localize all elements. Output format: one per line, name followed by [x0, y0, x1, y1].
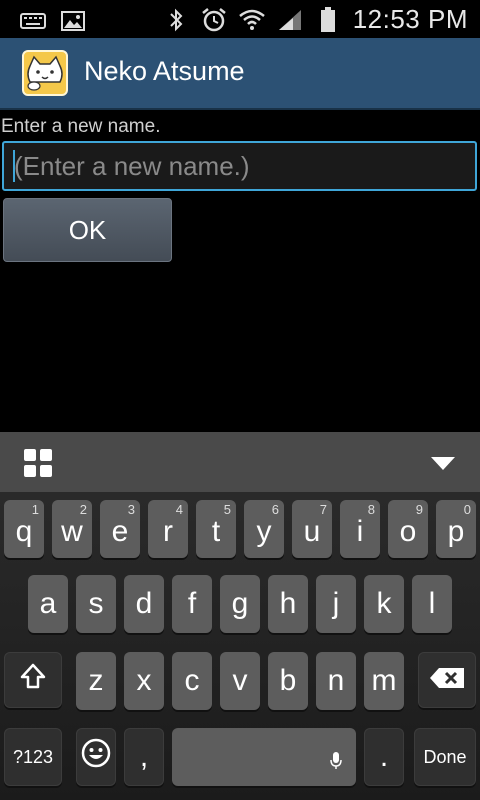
- space-key[interactable]: [172, 728, 356, 786]
- key-label: p: [447, 515, 465, 548]
- key-e[interactable]: 3e: [100, 500, 140, 558]
- key-w[interactable]: 2w: [52, 500, 92, 558]
- key-label: v: [232, 664, 248, 697]
- key-label: j: [332, 587, 340, 620]
- key-n[interactable]: n: [316, 652, 356, 710]
- key-label: b: [279, 664, 297, 697]
- keyboard-icon: [20, 8, 46, 34]
- key-label: l: [428, 587, 436, 620]
- key-label: .: [379, 740, 389, 773]
- name-input[interactable]: [2, 141, 477, 191]
- key-number-hint: 6: [271, 502, 279, 517]
- key-s[interactable]: s: [76, 575, 116, 633]
- key-label: t: [211, 515, 221, 548]
- key-number-hint: 8: [367, 502, 375, 517]
- shift-arrow-icon: [20, 663, 46, 697]
- key-label: u: [303, 515, 321, 548]
- key-label: ,: [139, 740, 149, 773]
- emoji-smiley-icon: [81, 738, 111, 776]
- shift-key[interactable]: [4, 652, 62, 708]
- key-g[interactable]: g: [220, 575, 260, 633]
- key-label: w: [61, 515, 83, 548]
- key-i[interactable]: 8i: [340, 500, 380, 558]
- keyboard-options-grid-icon[interactable]: [24, 449, 52, 477]
- name-prompt-label: Enter a new name.: [1, 116, 161, 137]
- key-number-hint: 3: [127, 502, 135, 517]
- key-number-hint: 5: [223, 502, 231, 517]
- key-label: f: [187, 587, 197, 620]
- key-number-hint: 0: [463, 502, 471, 517]
- key-number-hint: 1: [31, 502, 39, 517]
- ok-button[interactable]: OK: [3, 198, 172, 262]
- key-v[interactable]: v: [220, 652, 260, 710]
- keyboard-toolbar: [0, 432, 480, 492]
- key-label: a: [39, 587, 57, 620]
- key-label: h: [279, 587, 297, 620]
- system-icons: 12:53 PM: [163, 4, 468, 35]
- key-label: z: [88, 664, 104, 697]
- key-label: d: [135, 587, 153, 620]
- clock: 12:53 PM: [352, 4, 468, 34]
- key-label: i: [356, 515, 364, 548]
- key-b[interactable]: b: [268, 652, 308, 710]
- backspace-icon: [429, 663, 465, 697]
- comma-key[interactable]: ,: [124, 728, 164, 786]
- key-h[interactable]: h: [268, 575, 308, 633]
- signal-icon: [277, 7, 303, 33]
- period-key[interactable]: .: [364, 728, 404, 786]
- alarm-icon: [201, 7, 227, 33]
- key-number-hint: 7: [319, 502, 327, 517]
- key-number-hint: 4: [175, 502, 183, 517]
- action-bar: Neko Atsume: [0, 38, 480, 110]
- key-q[interactable]: 1q: [4, 500, 44, 558]
- soft-keyboard: 1q 2w 3e 4r 5t 6y 7u 8i 9o 0p a s d f g …: [0, 492, 480, 800]
- key-d[interactable]: d: [124, 575, 164, 633]
- key-x[interactable]: x: [124, 652, 164, 710]
- wifi-icon: [238, 7, 265, 33]
- key-label: r: [163, 515, 173, 548]
- key-m[interactable]: m: [364, 652, 404, 710]
- key-label: m: [371, 664, 397, 697]
- key-r[interactable]: 4r: [148, 500, 188, 558]
- key-label: n: [327, 664, 345, 697]
- key-label: g: [231, 587, 249, 620]
- key-k[interactable]: k: [364, 575, 404, 633]
- key-label: q: [15, 515, 33, 548]
- neko-atsume-app-icon[interactable]: [22, 50, 68, 96]
- key-label: s: [88, 587, 104, 620]
- key-t[interactable]: 5t: [196, 500, 236, 558]
- key-label: k: [376, 587, 392, 620]
- key-a[interactable]: a: [28, 575, 68, 633]
- notification-icons: [20, 8, 86, 34]
- key-p[interactable]: 0p: [436, 500, 476, 558]
- key-l[interactable]: l: [412, 575, 452, 633]
- key-o[interactable]: 9o: [388, 500, 428, 558]
- status-bar: 12:53 PM: [0, 0, 480, 38]
- key-y[interactable]: 6y: [244, 500, 284, 558]
- text-cursor: [13, 150, 15, 182]
- key-label: y: [256, 515, 272, 548]
- backspace-key[interactable]: [418, 652, 476, 708]
- key-number-hint: 9: [415, 502, 423, 517]
- key-label: e: [111, 515, 129, 548]
- key-label: o: [399, 515, 417, 548]
- key-j[interactable]: j: [316, 575, 356, 633]
- app-title: Neko Atsume: [84, 56, 245, 86]
- key-u[interactable]: 7u: [292, 500, 332, 558]
- key-c[interactable]: c: [172, 652, 212, 710]
- key-f[interactable]: f: [172, 575, 212, 633]
- key-z[interactable]: z: [76, 652, 116, 710]
- done-key[interactable]: Done: [414, 728, 476, 786]
- symbols-key[interactable]: ?123: [4, 728, 62, 786]
- bluetooth-icon: [163, 7, 189, 33]
- hide-keyboard-chevron-icon[interactable]: [430, 454, 456, 472]
- microphone-icon: [330, 744, 342, 778]
- image-icon: [60, 8, 86, 34]
- key-label: c: [184, 664, 200, 697]
- emoji-key[interactable]: [76, 728, 116, 786]
- key-number-hint: 2: [79, 502, 87, 517]
- key-label: x: [136, 664, 152, 697]
- battery-icon: [315, 6, 341, 33]
